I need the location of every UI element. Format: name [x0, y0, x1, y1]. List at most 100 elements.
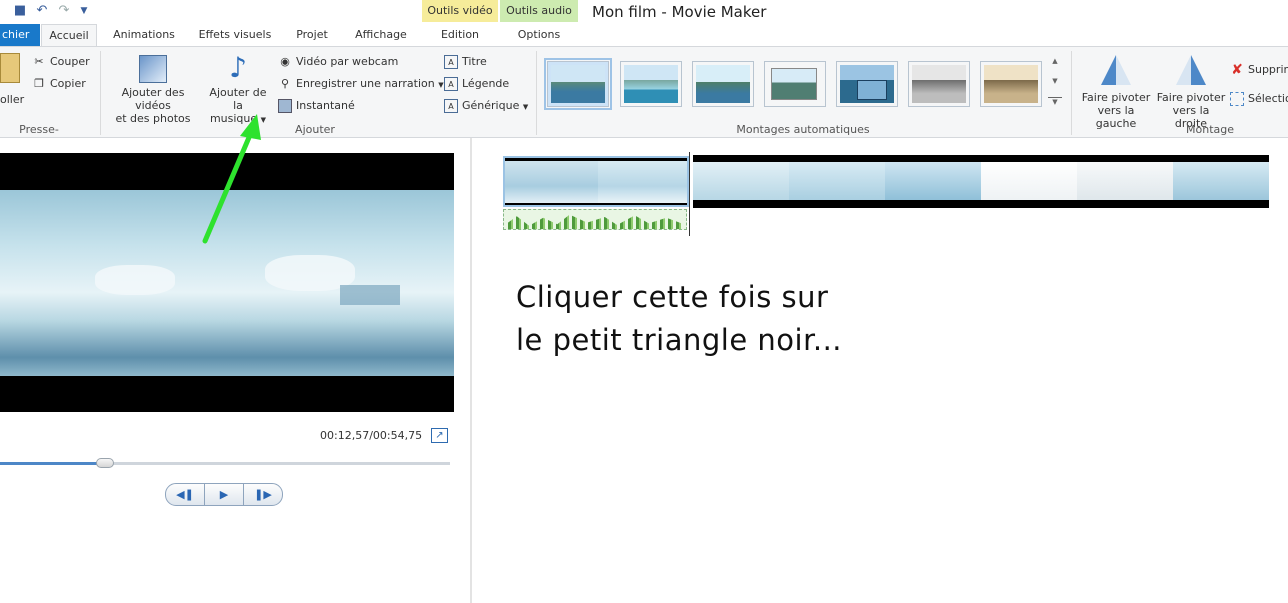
- caption-label: Légende: [462, 77, 510, 90]
- separator: [1071, 51, 1072, 135]
- rotate-left-label-2: vers la gauche: [1095, 104, 1137, 130]
- tab-file[interactable]: chier: [0, 24, 40, 46]
- automovie-group-label: Montages automatiques: [736, 123, 870, 136]
- video-clip-1[interactable]: [503, 156, 689, 207]
- snapshot-button[interactable]: Instantané: [278, 96, 355, 116]
- paste-button[interactable]: oller: [0, 53, 24, 106]
- delete-x-icon: ✘: [1231, 62, 1243, 78]
- automovie-theme-7[interactable]: [980, 61, 1042, 107]
- select-all-icon: [1230, 92, 1244, 106]
- customize-icon[interactable]: ▼: [76, 3, 92, 19]
- copy-label: Copier: [50, 77, 86, 90]
- cut-label: Couper: [50, 55, 90, 68]
- chevron-down-icon: ▼: [438, 81, 444, 89]
- add-videos-label-2: et des photos: [115, 112, 191, 125]
- next-frame-icon: ❚▶: [254, 488, 272, 501]
- select-all-button[interactable]: Sélectio: [1230, 89, 1288, 109]
- tab-visual-effects[interactable]: Effets visuels: [192, 24, 278, 46]
- add-videos-label-1: Ajouter des vidéos: [121, 86, 185, 112]
- instruction-line-2: le petit triangle noir...: [516, 323, 843, 357]
- select-label: Sélectio: [1248, 92, 1288, 105]
- title-button[interactable]: A Titre: [444, 52, 487, 72]
- narration-label: Enregistrer une narration: [296, 77, 435, 90]
- tab-options[interactable]: Options: [500, 24, 578, 46]
- caption-button[interactable]: A Légende: [444, 74, 509, 94]
- undo-icon[interactable]: ↶: [34, 3, 50, 19]
- snapshot-label: Instantané: [296, 99, 355, 112]
- arrow-shaft: [202, 125, 256, 244]
- arrow-head: [240, 114, 261, 140]
- rotate-left-label-1: Faire pivoter: [1081, 91, 1151, 104]
- caption-icon: A: [444, 77, 458, 91]
- film-photo-icon: [139, 55, 167, 83]
- webcam-video-button[interactable]: ◉ Vidéo par webcam: [278, 52, 398, 72]
- gallery-scroll-up[interactable]: ▲: [1048, 57, 1062, 73]
- video-tools-group: Outils vidéo: [422, 0, 498, 22]
- previous-frame-button[interactable]: ◀❚: [165, 483, 205, 506]
- audio-track[interactable]: [503, 209, 687, 230]
- rotate-left-button[interactable]: Faire pivoter vers la gauche: [1077, 53, 1155, 130]
- window-title: Mon film - Movie Maker: [592, 3, 767, 21]
- tab-home[interactable]: Accueil: [41, 24, 97, 46]
- webcam-icon: ◉: [280, 55, 290, 68]
- playhead[interactable]: [689, 152, 690, 236]
- timecode: 00:12,57/00:54,75: [320, 429, 423, 442]
- snapshot-icon: [278, 99, 292, 113]
- automovie-theme-6[interactable]: [908, 61, 970, 107]
- credits-label: Générique: [462, 99, 520, 112]
- automovie-theme-3[interactable]: [692, 61, 754, 107]
- audio-tools-group: Outils audio: [500, 0, 578, 22]
- play-button[interactable]: ▶: [204, 483, 244, 506]
- play-icon: ▶: [219, 488, 229, 501]
- audio-waveform: [508, 214, 684, 229]
- tab-edit[interactable]: Edition: [422, 24, 498, 46]
- automovie-theme-5[interactable]: [836, 61, 898, 107]
- record-narration-button[interactable]: ⚲ Enregistrer une narration ▼: [278, 74, 444, 94]
- previous-frame-icon: ◀❚: [176, 488, 194, 501]
- seek-thumb[interactable]: [96, 458, 114, 468]
- tab-project[interactable]: Projet: [286, 24, 338, 46]
- video-clip-2[interactable]: [693, 155, 1269, 208]
- scissors-icon: ✂: [34, 55, 44, 68]
- save-icon[interactable]: ■: [12, 3, 28, 19]
- rotate-left-icon: [1101, 55, 1131, 85]
- redo-icon[interactable]: ↷: [56, 3, 72, 19]
- credits-button[interactable]: A Générique ▼: [444, 96, 528, 116]
- separator: [536, 51, 537, 135]
- gallery-expand[interactable]: ▼: [1048, 97, 1062, 113]
- remove-label: Supprim: [1248, 63, 1288, 76]
- rotate-right-icon: [1176, 55, 1206, 85]
- add-videos-photos-button[interactable]: Ajouter des vidéos et des photos: [104, 53, 202, 125]
- green-arrow-annotation: [202, 114, 261, 244]
- seek-progress: [0, 462, 105, 465]
- instruction-text: Cliquer cette fois sur le petit triangle…: [516, 276, 936, 362]
- copy-button[interactable]: ❐ Copier: [32, 74, 86, 94]
- copy-icon: ❐: [34, 77, 44, 90]
- paste-icon: [0, 53, 20, 83]
- credits-icon: A: [444, 99, 458, 113]
- tab-view[interactable]: Affichage: [346, 24, 416, 46]
- remove-button[interactable]: ✘ Supprim: [1230, 60, 1288, 80]
- fullscreen-icon[interactable]: ↗: [431, 428, 448, 443]
- music-note-icon: ♪: [229, 51, 247, 84]
- separator: [100, 51, 101, 135]
- automovie-theme-4[interactable]: [764, 61, 826, 107]
- paste-label: oller: [0, 93, 25, 106]
- automovie-theme-1[interactable]: [544, 58, 612, 110]
- automovie-theme-2[interactable]: [620, 61, 682, 107]
- tab-animations[interactable]: Animations: [104, 24, 184, 46]
- add-group-label: Ajouter: [295, 123, 335, 136]
- cut-button[interactable]: ✂ Couper: [32, 52, 90, 72]
- next-frame-button[interactable]: ❚▶: [243, 483, 283, 506]
- instruction-line-1: Cliquer cette fois sur: [516, 280, 829, 314]
- rotate-right-button[interactable]: Faire pivoter vers la droite: [1155, 53, 1227, 130]
- ribbon: oller ✂Couper ❐Copier Presse-papiers Ajo…: [0, 46, 1288, 149]
- webcam-label: Vidéo par webcam: [296, 55, 399, 68]
- gallery-scroll-down[interactable]: ▼: [1048, 77, 1062, 93]
- editing-group-label: Montage: [1186, 123, 1234, 136]
- title-bar: ■ ↶ ↷ ▼ Outils vidéo Outils audio chier …: [0, 0, 1288, 48]
- title-icon: A: [444, 55, 458, 69]
- rotate-right-label-1: Faire pivoter: [1156, 91, 1226, 104]
- title-label: Titre: [462, 55, 487, 68]
- microphone-icon: ⚲: [280, 77, 290, 90]
